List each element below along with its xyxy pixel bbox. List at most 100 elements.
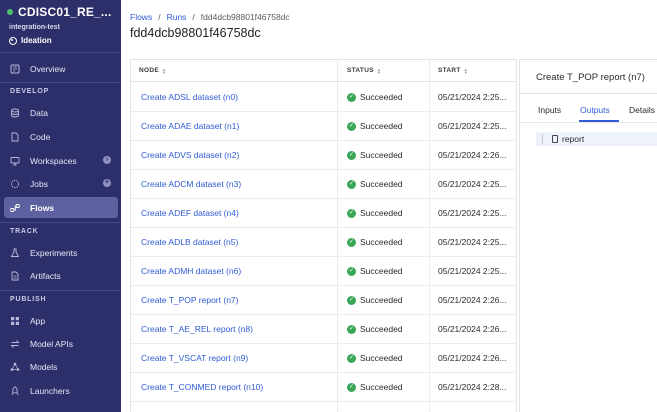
section-develop: DEVELOP xyxy=(10,88,50,95)
start-time: 05/21/2024 2:26... xyxy=(438,353,507,363)
document-icon xyxy=(10,271,20,281)
sort-icon: ▲ ▼ xyxy=(376,66,382,75)
node-link[interactable]: Create ADLB dataset (n5) xyxy=(141,237,238,247)
sidebar-item-label: Flows xyxy=(30,202,55,213)
table-row[interactable]: Create T_CONMED report (n10) ✓ Succeeded … xyxy=(131,373,517,402)
status-text: Succeeded xyxy=(360,150,403,160)
sidebar-item-data[interactable]: Data xyxy=(4,102,118,123)
sidebar-item-label: App xyxy=(30,315,46,326)
success-check-icon: ✓ xyxy=(347,150,356,160)
output-item-report[interactable]: report xyxy=(536,132,657,146)
start-time: 05/21/2024 2:25... xyxy=(438,179,507,189)
column-header-node[interactable]: NODE ▲ ▼ xyxy=(139,67,166,74)
section-track: TRACK xyxy=(10,228,39,235)
table-row[interactable]: Create ADVS dataset (n2) ✓ Succeeded 05/2… xyxy=(131,141,517,170)
node-link[interactable]: Create ADMH dataset (n6) xyxy=(141,266,241,276)
tab-inputs[interactable]: Inputs xyxy=(538,105,561,115)
start-time: 05/21/2024 2:25... xyxy=(438,121,507,131)
start-time: 05/21/2024 2:25... xyxy=(438,92,507,102)
node-link[interactable]: Create T_CONMED report (n10) xyxy=(141,382,263,392)
node-link[interactable]: Create T_VSCAT report (n9) xyxy=(141,353,248,363)
project-header[interactable]: CDISC01_RE_... integration-test Ideation xyxy=(7,5,119,45)
node-link[interactable]: Create T_POP report (n7) xyxy=(141,295,238,305)
sidebar-item-experiments[interactable]: Experiments xyxy=(4,242,118,263)
success-check-icon: ✓ xyxy=(347,295,356,305)
sidebar-item-label: Data xyxy=(30,107,48,118)
breadcrumb: Flows / Runs / fdd4dcb98801f46758dc xyxy=(130,12,290,22)
status-text: Succeeded xyxy=(360,237,403,247)
start-time: 05/21/2024 2:25... xyxy=(438,208,507,218)
breadcrumb-runs[interactable]: Runs xyxy=(167,12,187,22)
file-icon xyxy=(552,135,558,143)
success-check-icon: ✓ xyxy=(347,382,356,392)
table-row[interactable]: Create ADMH dataset (n6) ✓ Succeeded 05/2… xyxy=(131,257,517,286)
node-link[interactable]: Create ADVS dataset (n2) xyxy=(141,150,239,160)
sidebar-item-label: Model APIs xyxy=(30,338,73,349)
table-row[interactable]: Create T_AE_REL report (n8) ✓ Succeeded 0… xyxy=(131,315,517,344)
sidebar-item-model-apis[interactable]: Model APIs xyxy=(4,333,118,354)
breadcrumb-separator: / xyxy=(158,12,161,22)
sidebar-item-label: Overview xyxy=(30,63,66,74)
table-header: NODE ▲ ▼ STATUS ▲ ▼ START ▲ ▼ xyxy=(131,60,517,82)
panel-divider xyxy=(520,93,657,94)
tab-outputs[interactable]: Outputs xyxy=(580,105,610,115)
node-link[interactable]: Create T_AE_REL report (n8) xyxy=(141,324,253,334)
node-link[interactable]: Create ADCM dataset (n3) xyxy=(141,179,241,189)
status-text: Succeeded xyxy=(360,324,403,334)
sidebar-item-label: Workspaces xyxy=(30,155,77,166)
file-code-icon xyxy=(10,132,20,142)
table-row[interactable]: Create T_POP report (n7) ✓ Succeeded 05/2… xyxy=(131,286,517,315)
table-row[interactable]: Create ADCM dataset (n3) ✓ Succeeded 05/2… xyxy=(131,170,517,199)
sidebar-divider xyxy=(0,52,121,53)
success-check-icon: ✓ xyxy=(347,353,356,363)
sidebar-item-workspaces[interactable]: Workspaces › xyxy=(4,150,118,171)
sort-icon: ▲ ▼ xyxy=(463,66,468,75)
sidebar-item-models[interactable]: Models xyxy=(4,356,118,377)
status-text: Succeeded xyxy=(360,266,403,276)
start-time: 05/21/2024 2:25... xyxy=(438,237,507,247)
success-check-icon: ✓ xyxy=(347,208,356,218)
breadcrumb-flows[interactable]: Flows xyxy=(130,12,152,22)
table-row[interactable]: Create ADAE dataset (n1) ✓ Succeeded 05/2… xyxy=(131,112,517,141)
start-time: 05/21/2024 2:26... xyxy=(438,150,507,160)
node-link[interactable]: Create ADAE dataset (n1) xyxy=(141,121,239,131)
start-time: 05/21/2024 2:28... xyxy=(438,382,507,392)
monitor-icon xyxy=(10,156,20,166)
sidebar-item-launchers[interactable]: Launchers xyxy=(4,380,118,401)
sidebar-item-code[interactable]: Code xyxy=(4,126,118,147)
table-row[interactable]: Create T_VSCAT report (n9) ✓ Succeeded 05… xyxy=(131,344,517,373)
node-details-panel: Create T_POP report (n7) Inputs Outputs … xyxy=(519,59,657,412)
success-check-icon: ✓ xyxy=(347,266,356,276)
node-link[interactable]: Create ADEF dataset (n4) xyxy=(141,208,239,218)
node-link[interactable]: Create ADSL dataset (n0) xyxy=(141,92,238,102)
page-title: fdd4dcb98801f46758dc xyxy=(130,26,261,40)
swap-arrows-icon xyxy=(10,339,20,349)
success-check-icon: ✓ xyxy=(347,121,356,131)
table-row[interactable]: Create ADEF dataset (n4) ✓ Succeeded 05/2… xyxy=(131,199,517,228)
add-job-icon[interactable]: + xyxy=(103,179,111,187)
model-nodes-icon xyxy=(10,362,20,372)
sidebar-divider xyxy=(0,290,121,291)
sidebar-item-artifacts[interactable]: Artifacts xyxy=(4,265,118,286)
column-header-status[interactable]: STATUS ▲ ▼ xyxy=(347,67,381,74)
jobs-icon xyxy=(10,179,20,189)
sidebar-item-jobs[interactable]: Jobs + xyxy=(4,173,118,194)
add-workspace-icon[interactable]: › xyxy=(103,156,111,164)
sidebar-item-flows[interactable]: Flows xyxy=(4,197,118,218)
table-row[interactable]: Create ADLB dataset (n5) ✓ Succeeded 05/2… xyxy=(131,228,517,257)
project-stage: Ideation xyxy=(21,36,52,45)
start-time: 05/21/2024 2:25... xyxy=(438,266,507,276)
database-icon xyxy=(10,108,20,118)
sidebar-item-label: Jobs xyxy=(30,178,48,189)
flows-icon xyxy=(10,203,20,213)
status-text: Succeeded xyxy=(360,208,403,218)
status-text: Succeeded xyxy=(360,382,403,392)
sidebar-divider xyxy=(0,222,121,223)
column-header-start[interactable]: START ▲ ▼ xyxy=(438,67,468,74)
app-grid-icon xyxy=(10,316,20,326)
sidebar-item-overview[interactable]: Overview xyxy=(4,58,118,79)
table-row[interactable]: Create ADSL dataset (n0) ✓ Succeeded 05/2… xyxy=(131,83,517,112)
tab-details[interactable]: Details xyxy=(629,105,655,115)
sidebar-item-label: Code xyxy=(30,131,51,142)
sidebar-item-app[interactable]: App xyxy=(4,310,118,331)
